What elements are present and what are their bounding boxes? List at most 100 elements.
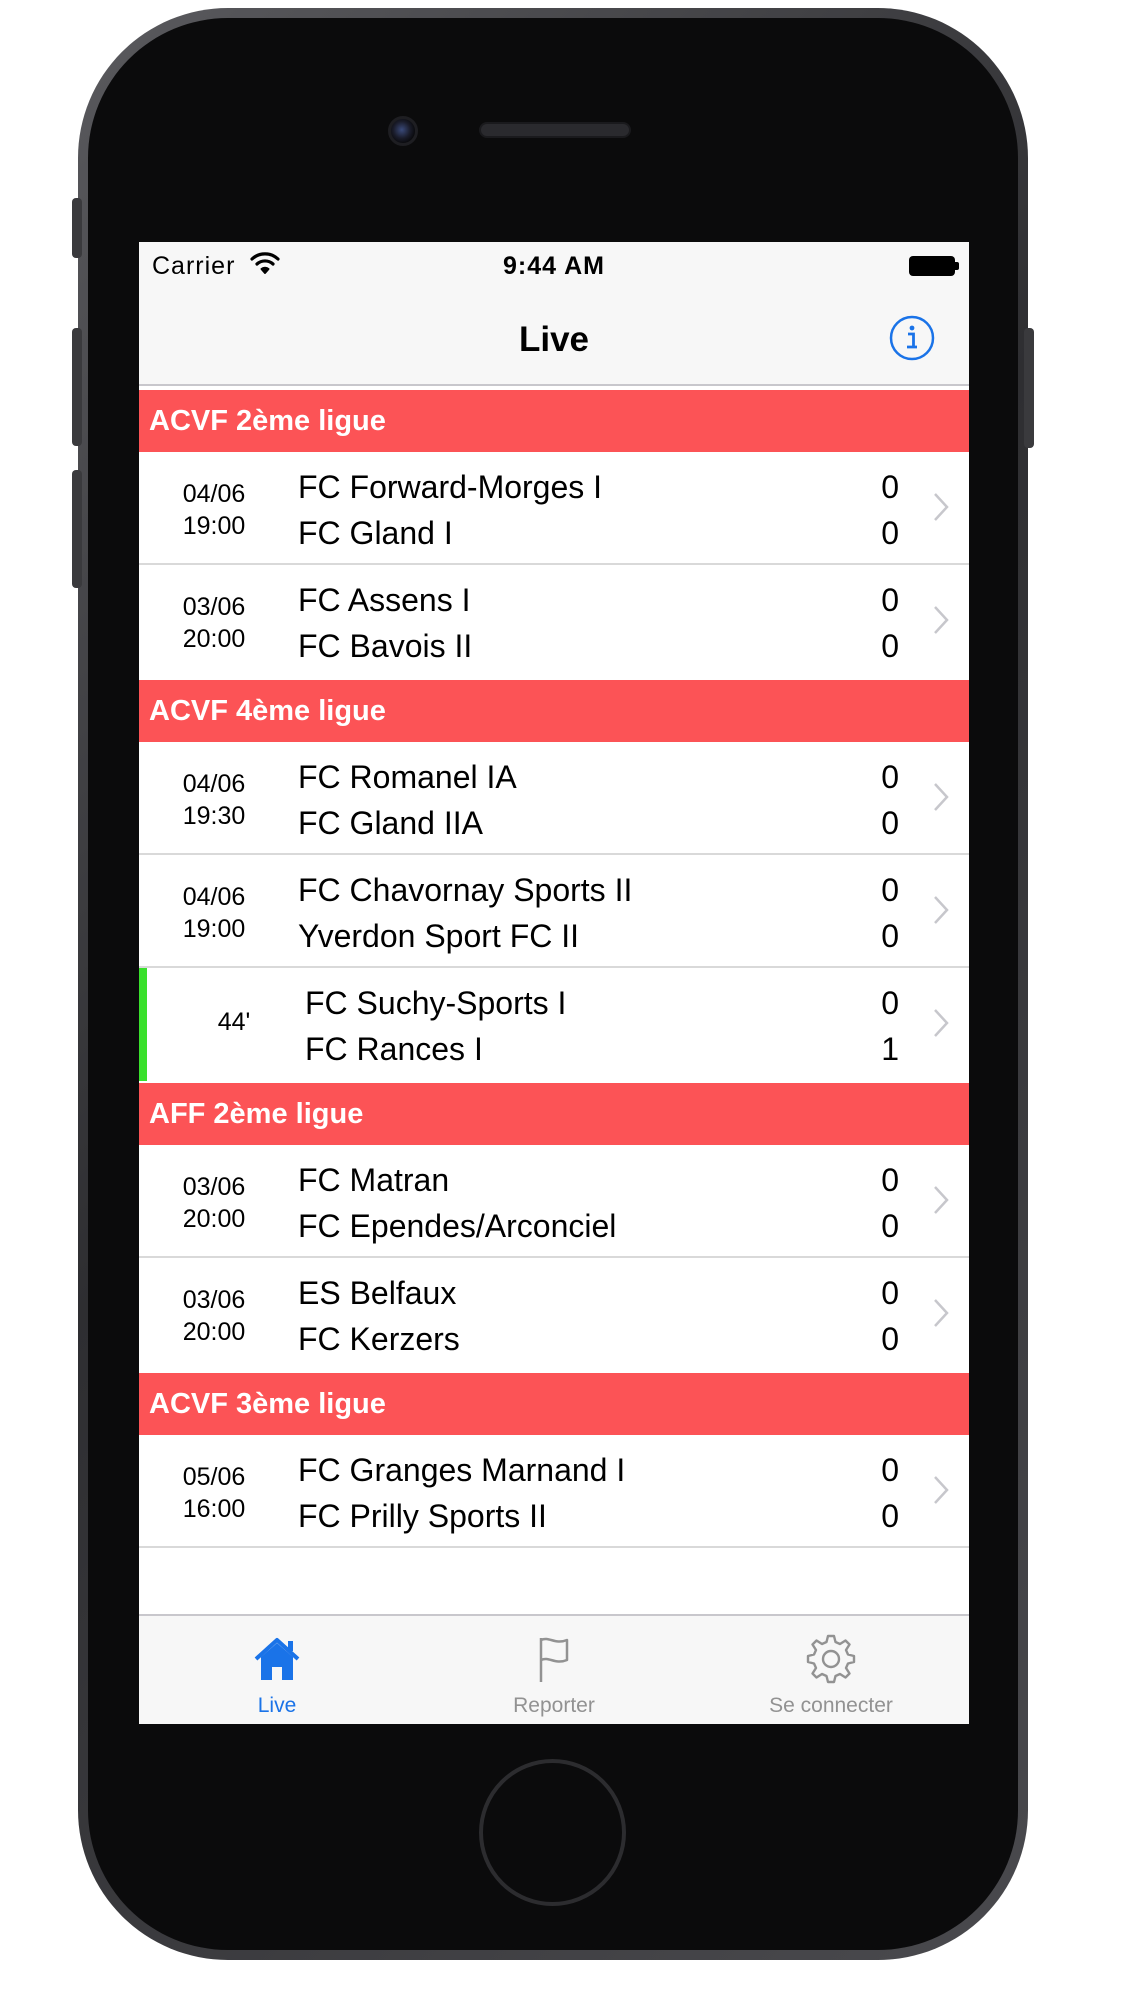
tab-live[interactable]: Live — [139, 1616, 415, 1724]
info-icon[interactable] — [889, 315, 935, 361]
match-teams: FC Forward-Morges I FC Gland I — [298, 464, 602, 556]
home-team: FC Romanel IA — [298, 759, 517, 795]
chevron-right-icon — [934, 493, 949, 521]
match-row[interactable]: 05/06 16:00 FC Granges Marnand I FC Pril… — [139, 1435, 969, 1548]
home-score: 0 — [881, 985, 899, 1021]
match-row[interactable]: 04/06 19:00 FC Forward-Morges I FC Gland… — [139, 452, 969, 565]
match-teams: FC Suchy-Sports I FC Rances I — [305, 980, 566, 1072]
home-score: 0 — [881, 582, 899, 618]
home-score: 0 — [881, 1452, 899, 1488]
away-score: 0 — [881, 628, 899, 664]
away-team: FC Rances I — [305, 1031, 483, 1067]
match-datetime: 05/06 16:00 — [139, 1461, 289, 1525]
home-team: FC Assens I — [298, 582, 471, 618]
home-team: FC Forward-Morges I — [298, 469, 603, 505]
empty-list-area — [139, 1548, 969, 1608]
chevron-right-icon — [934, 1476, 949, 1504]
home-team: FC Matran — [298, 1162, 450, 1198]
match-datetime: 04/06 19:00 — [139, 478, 289, 542]
live-indicator — [139, 968, 147, 1081]
match-teams: FC Chavornay Sports II Yverdon Sport FC … — [298, 867, 632, 959]
chevron-right-icon — [934, 783, 949, 811]
match-teams: ES Belfaux FC Kerzers — [298, 1270, 460, 1362]
home-score: 0 — [881, 1162, 899, 1198]
match-row-live[interactable]: 44' FC Suchy-Sports I FC Rances I 0 1 — [139, 968, 969, 1081]
away-score: 0 — [881, 805, 899, 841]
tab-label: Se connecter — [769, 1694, 893, 1717]
away-score: 0 — [881, 1208, 899, 1244]
mute-switch — [72, 198, 82, 258]
match-date: 04/06 — [182, 770, 246, 798]
section-header: AFF 2ème ligue — [139, 1083, 969, 1145]
flag-icon — [539, 1637, 569, 1682]
away-score: 0 — [881, 1321, 899, 1357]
home-team: FC Chavornay Sports II — [298, 872, 633, 908]
match-date: 03/06 — [182, 1286, 246, 1314]
away-score: 0 — [881, 918, 899, 954]
app-screen: Carrier 9:44 AM Live ACVF 2ème ligue 04/… — [139, 242, 969, 1724]
home-score: 0 — [881, 759, 899, 795]
match-time: 20:00 — [182, 625, 246, 653]
match-teams: FC Assens I FC Bavois II — [298, 577, 472, 669]
away-team: FC Prilly Sports II — [298, 1498, 547, 1534]
status-bar: Carrier 9:44 AM — [139, 242, 969, 292]
match-row[interactable]: 03/06 20:00 FC Matran FC Ependes/Arconci… — [139, 1145, 969, 1258]
match-scores: 0 0 — [881, 1270, 899, 1362]
chevron-right-icon — [934, 1186, 949, 1214]
away-score: 0 — [881, 1498, 899, 1534]
match-scores: 0 0 — [881, 1447, 899, 1539]
tab-se-connecter[interactable]: Se connecter — [693, 1616, 969, 1724]
away-team: FC Gland I — [298, 515, 453, 551]
away-score: 0 — [881, 515, 899, 551]
volume-up-button — [72, 328, 82, 446]
match-time: 19:00 — [182, 915, 246, 943]
match-scores: 0 1 — [881, 980, 899, 1072]
match-date: 03/06 — [182, 593, 246, 621]
match-row[interactable]: 03/06 20:00 FC Assens I FC Bavois II 0 0 — [139, 565, 969, 678]
home-score: 0 — [881, 1275, 899, 1311]
chevron-right-icon — [934, 896, 949, 924]
home-team: FC Granges Marnand I — [298, 1452, 626, 1488]
match-time: 19:30 — [182, 802, 246, 830]
match-teams: FC Romanel IA FC Gland IIA — [298, 754, 517, 846]
match-time: 16:00 — [182, 1495, 246, 1523]
home-team: FC Suchy-Sports I — [305, 985, 567, 1021]
match-minute: 44' — [217, 1008, 251, 1036]
home-icon — [254, 1638, 300, 1680]
match-row[interactable]: 04/06 19:00 FC Chavornay Sports II Yverd… — [139, 855, 969, 968]
match-row[interactable]: 04/06 19:30 FC Romanel IA FC Gland IIA 0… — [139, 742, 969, 855]
match-row[interactable]: 03/06 20:00 ES Belfaux FC Kerzers 0 0 — [139, 1258, 969, 1371]
away-team: FC Gland IIA — [298, 805, 483, 841]
match-scores: 0 0 — [881, 754, 899, 846]
earpiece-speaker — [479, 122, 631, 138]
tab-label: Reporter — [513, 1694, 595, 1717]
tab-bar: Live Reporter Se connecter — [139, 1614, 969, 1724]
home-team: ES Belfaux — [298, 1275, 457, 1311]
away-team: FC Ependes/Arconciel — [298, 1208, 617, 1244]
tab-label: Live — [257, 1694, 297, 1717]
chevron-right-icon — [934, 606, 949, 634]
match-scores: 0 0 — [881, 464, 899, 556]
match-teams: FC Granges Marnand I FC Prilly Sports II — [298, 1447, 625, 1539]
battery-icon — [909, 256, 959, 276]
section-header: ACVF 2ème ligue — [139, 390, 969, 452]
navigation-bar: Live — [139, 292, 969, 386]
match-scores: 0 0 — [881, 1157, 899, 1249]
front-camera — [388, 116, 418, 146]
away-team: FC Kerzers — [298, 1321, 460, 1357]
match-time: 19:00 — [182, 512, 246, 540]
match-date: 04/06 — [182, 480, 246, 508]
match-datetime: 04/06 19:00 — [139, 881, 289, 945]
power-button — [1024, 328, 1034, 448]
home-button[interactable] — [479, 1759, 626, 1906]
match-datetime: 03/06 20:00 — [139, 591, 289, 655]
match-time: 20:00 — [182, 1205, 246, 1233]
match-datetime: 03/06 20:00 — [139, 1171, 289, 1235]
match-datetime: 03/06 20:00 — [139, 1284, 289, 1348]
match-teams: FC Matran FC Ependes/Arconciel — [298, 1157, 616, 1249]
volume-down-button — [72, 470, 82, 588]
match-list[interactable]: ACVF 2ème ligue 04/06 19:00 FC Forward-M… — [139, 386, 969, 1608]
chevron-right-icon — [934, 1009, 949, 1037]
tab-reporter[interactable]: Reporter — [416, 1616, 692, 1724]
status-time: 9:44 AM — [503, 252, 605, 280]
